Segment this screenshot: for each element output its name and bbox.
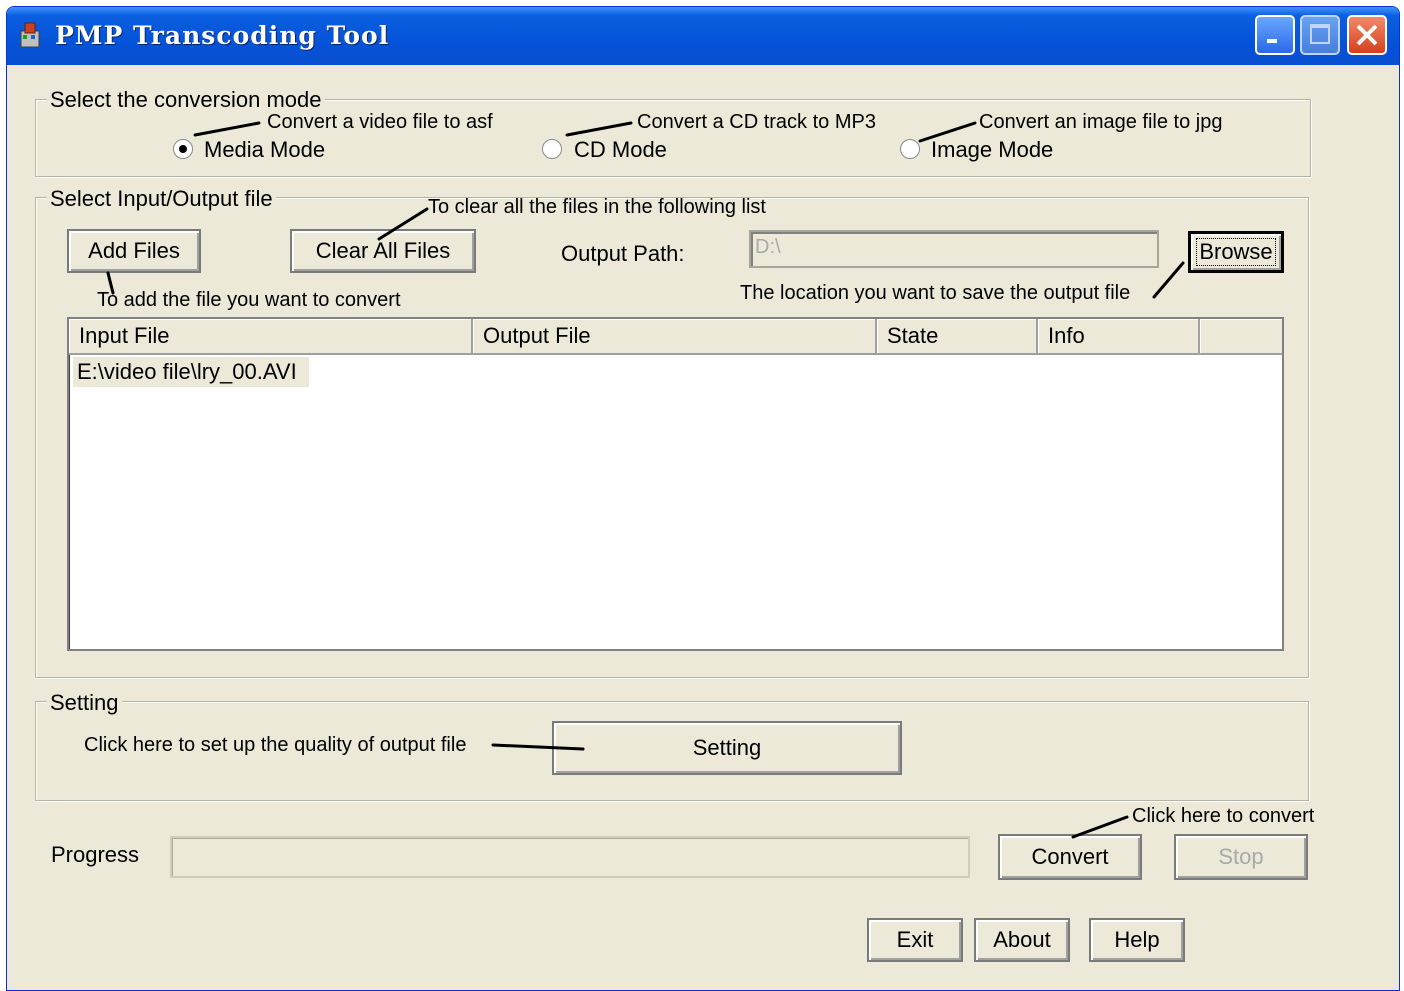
title-bar[interactable]: PMP Transcoding Tool [7,7,1399,65]
image-mode-label[interactable]: Image Mode [931,137,1053,163]
browse-label: Browse [1196,238,1276,266]
file-list[interactable]: Input File Output File State Info E:\vid… [67,317,1284,651]
minimize-button[interactable] [1255,15,1295,55]
minimize-icon [1267,39,1277,43]
image-mode-annotation: Convert an image file to jpg [979,111,1223,133]
add-files-label: Add Files [88,238,180,263]
progress-label: Progress [51,842,140,867]
media-mode-label[interactable]: Media Mode [204,137,325,163]
cd-mode-label[interactable]: CD Mode [574,137,667,163]
exit-button[interactable]: Exit [867,918,963,962]
output-path-label: Output Path: [561,241,685,266]
stop-label: Stop [1218,844,1264,869]
about-button[interactable]: About [974,918,1070,962]
file-list-row[interactable]: E:\video file\lry_00.AVI [73,357,309,387]
cd-mode-annotation: Convert a CD track to MP3 [637,111,876,133]
radio-selected-dot [179,145,187,153]
window-title: PMP Transcoding Tool [55,21,390,50]
media-mode-annotation: Convert a video file to asf [267,111,493,133]
conversion-mode-legend: Select the conversion mode [47,87,325,113]
about-label: About [993,927,1051,952]
column-info[interactable]: Info [1038,319,1200,353]
setting-button[interactable]: Setting [552,721,902,775]
setting-button-label: Setting [692,735,762,760]
help-button[interactable]: Help [1089,918,1185,962]
column-output-file[interactable]: Output File [473,319,877,353]
app-icon [20,22,40,48]
stop-button: Stop [1174,834,1308,880]
column-spacer [1200,319,1282,353]
cd-mode-radio[interactable] [542,139,562,159]
setting-legend: Setting [47,690,122,716]
convert-button[interactable]: Convert [998,834,1142,880]
progress-bar [170,836,970,878]
clear-all-files-button[interactable]: Clear All Files [290,229,476,273]
clear-all-annotation: To clear all the files in the following … [428,196,766,218]
maximize-icon [1310,24,1330,44]
add-files-button[interactable]: Add Files [67,229,201,273]
close-icon [1356,24,1378,46]
browse-annotation: The location you want to save the output… [740,282,1131,304]
column-state[interactable]: State [877,319,1038,353]
file-list-header: Input File Output File State Info [69,319,1282,355]
close-button[interactable] [1347,15,1387,55]
convert-label: Convert [1031,844,1109,869]
input-output-legend: Select Input/Output file [47,186,276,212]
column-input-file[interactable]: Input File [69,319,473,353]
setting-annotation: Click here to set up the quality of outp… [84,734,467,756]
add-files-annotation: To add the file you want to convert [97,289,401,311]
exit-label: Exit [896,927,934,952]
main-window: PMP Transcoding Tool Select the conversi… [6,6,1400,991]
clear-all-files-label: Clear All Files [315,238,451,263]
convert-annotation: Click here to convert [1132,805,1315,827]
image-mode-radio[interactable] [900,139,920,159]
browse-button[interactable]: Browse [1188,231,1284,273]
help-label: Help [1114,927,1160,952]
media-mode-radio[interactable] [173,139,193,159]
maximize-button [1300,15,1340,55]
output-path-input[interactable]: D:\ [749,230,1159,268]
